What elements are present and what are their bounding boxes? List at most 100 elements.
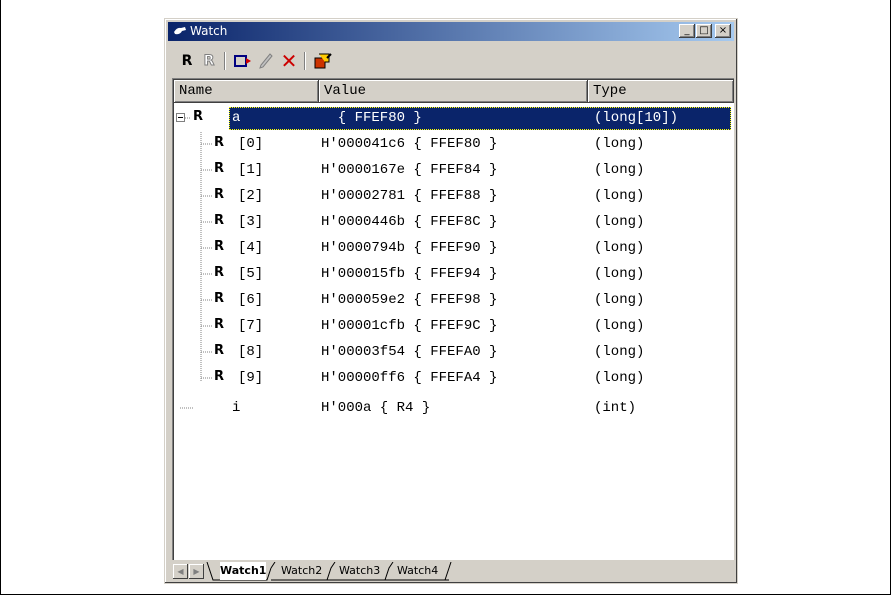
table-row[interactable]: i H'000a { R4 } (int) [174, 396, 734, 422]
frame-right-border [890, 0, 891, 595]
row-name: i [232, 400, 241, 416]
toolbar: R R ✕ [168, 42, 734, 76]
row-type: (long) [594, 292, 645, 308]
radix-dec-button[interactable]: R [202, 51, 216, 71]
watch-window: Watch _ □ × R R ✕ Name Value Type R a {… [164, 18, 738, 584]
register-icon: R [214, 291, 225, 306]
delete-button[interactable]: ✕ [280, 49, 298, 73]
row-type: (long) [594, 318, 645, 334]
tree-line [201, 143, 213, 145]
tree-line [201, 299, 213, 301]
row-value[interactable]: H'000015fb { FFEF94 } [321, 266, 497, 282]
column-header: Name Value Type [174, 80, 734, 103]
table-row[interactable]: R [2] H'00002781 { FFEF88 } (long) [174, 184, 734, 210]
tree-line [180, 407, 194, 409]
watch-list[interactable]: Name Value Type R a { FFEF80 } (long[10]… [172, 78, 734, 560]
table-row[interactable]: R [6] H'000059e2 { FFEF98 } (long) [174, 288, 734, 314]
row-name: [0] [238, 136, 264, 152]
register-icon: R [193, 109, 204, 124]
row-value[interactable]: H'00003f54 { FFEFA0 } [321, 344, 497, 360]
row-name: [1] [238, 162, 264, 178]
collapse-icon[interactable] [176, 113, 185, 122]
refresh-watch-icon [314, 53, 332, 69]
row-type: (long) [594, 214, 645, 230]
row-type: (long[10]) [594, 110, 679, 126]
row-name: [2] [238, 188, 264, 204]
frame-left-border [0, 0, 1, 595]
table-row[interactable]: R [3] H'0000446b { FFEF8C } (long) [174, 210, 734, 236]
pencil-icon [259, 53, 273, 69]
row-type: (int) [594, 400, 637, 416]
row-value[interactable]: H'000041c6 { FFEF80 } [321, 136, 497, 152]
row-value[interactable]: H'000059e2 { FFEF98 } [321, 292, 497, 308]
register-icon: R [214, 135, 225, 150]
refresh-button[interactable] [312, 51, 334, 71]
register-icon: R [214, 265, 225, 280]
column-header-type[interactable]: Type [588, 80, 734, 103]
tree-line [201, 377, 213, 379]
row-name: [3] [238, 214, 264, 230]
window-title: Watch [190, 24, 228, 38]
register-icon: R [214, 213, 225, 228]
table-row[interactable]: R a { FFEF80 } (long[10]) [174, 106, 734, 132]
register-icon: R [214, 161, 225, 176]
tree-line [201, 247, 213, 249]
row-value[interactable]: H'00002781 { FFEF88 } [321, 188, 497, 204]
table-row[interactable]: R [8] H'00003f54 { FFEFA0 } (long) [174, 340, 734, 366]
close-button[interactable]: × [715, 24, 731, 38]
register-icon: R [214, 187, 225, 202]
row-name: [6] [238, 292, 264, 308]
tree-line [185, 117, 191, 119]
tab-scroll-left-button[interactable]: ◀ [173, 564, 188, 579]
tree-line [201, 195, 213, 197]
tab-watch3[interactable]: Watch3 [339, 562, 380, 580]
minimize-button[interactable]: _ [679, 24, 695, 38]
row-type: (long) [594, 344, 645, 360]
tree-line [201, 221, 213, 223]
register-icon: R [214, 369, 225, 384]
row-value[interactable]: H'0000167e { FFEF84 } [321, 162, 497, 178]
watch-window-icon [174, 27, 186, 35]
toolbar-separator [224, 52, 226, 70]
tree-line [201, 351, 213, 353]
register-icon: R [214, 343, 225, 358]
table-row[interactable]: R [7] H'00001cfb { FFEF9C } (long) [174, 314, 734, 340]
tab-watch2[interactable]: Watch2 [281, 562, 322, 580]
column-header-name[interactable]: Name [174, 80, 319, 103]
row-value[interactable]: H'00001cfb { FFEF9C } [321, 318, 497, 334]
row-name: [8] [238, 344, 264, 360]
table-row[interactable]: R [1] H'0000167e { FFEF84 } (long) [174, 158, 734, 184]
add-watch-button[interactable] [234, 51, 252, 71]
watch-tabs-bar: ◀ ▶ Watch1 Watch2 Watch3 Watch4 [172, 562, 734, 582]
register-icon: R [214, 317, 225, 332]
row-value[interactable]: { FFEF80 } [321, 110, 422, 126]
tab-watch4[interactable]: Watch4 [397, 562, 438, 580]
row-type: (long) [594, 370, 645, 386]
table-row[interactable]: R [4] H'0000794b { FFEF90 } (long) [174, 236, 734, 262]
toolbar-separator [304, 52, 306, 70]
table-row[interactable]: R [0] H'000041c6 { FFEF80 } (long) [174, 132, 734, 158]
table-row[interactable]: R [5] H'000015fb { FFEF94 } (long) [174, 262, 734, 288]
tree-line [201, 325, 213, 327]
row-type: (long) [594, 240, 645, 256]
title-bar[interactable]: Watch _ □ × [168, 22, 734, 41]
maximize-button[interactable]: □ [696, 24, 712, 38]
row-type: (long) [594, 266, 645, 282]
table-row[interactable]: R [9] H'00000ff6 { FFEFA4 } (long) [174, 366, 734, 392]
tab-watch1[interactable]: Watch1 [220, 562, 267, 580]
row-value[interactable]: H'0000794b { FFEF90 } [321, 240, 497, 256]
tab-scroll-right-button[interactable]: ▶ [189, 564, 204, 579]
edit-value-button[interactable] [258, 51, 274, 71]
row-name: [7] [238, 318, 264, 334]
row-name: [4] [238, 240, 264, 256]
row-value[interactable]: H'00000ff6 { FFEFA4 } [321, 370, 497, 386]
row-name: a [232, 110, 241, 126]
row-type: (long) [594, 188, 645, 204]
row-value[interactable]: H'000a { R4 } [321, 400, 430, 416]
row-type: (long) [594, 136, 645, 152]
column-header-value[interactable]: Value [319, 80, 588, 103]
register-icon: R [214, 239, 225, 254]
row-value[interactable]: H'0000446b { FFEF8C } [321, 214, 497, 230]
add-watch-icon [234, 55, 251, 67]
radix-hex-button[interactable]: R [180, 51, 194, 71]
